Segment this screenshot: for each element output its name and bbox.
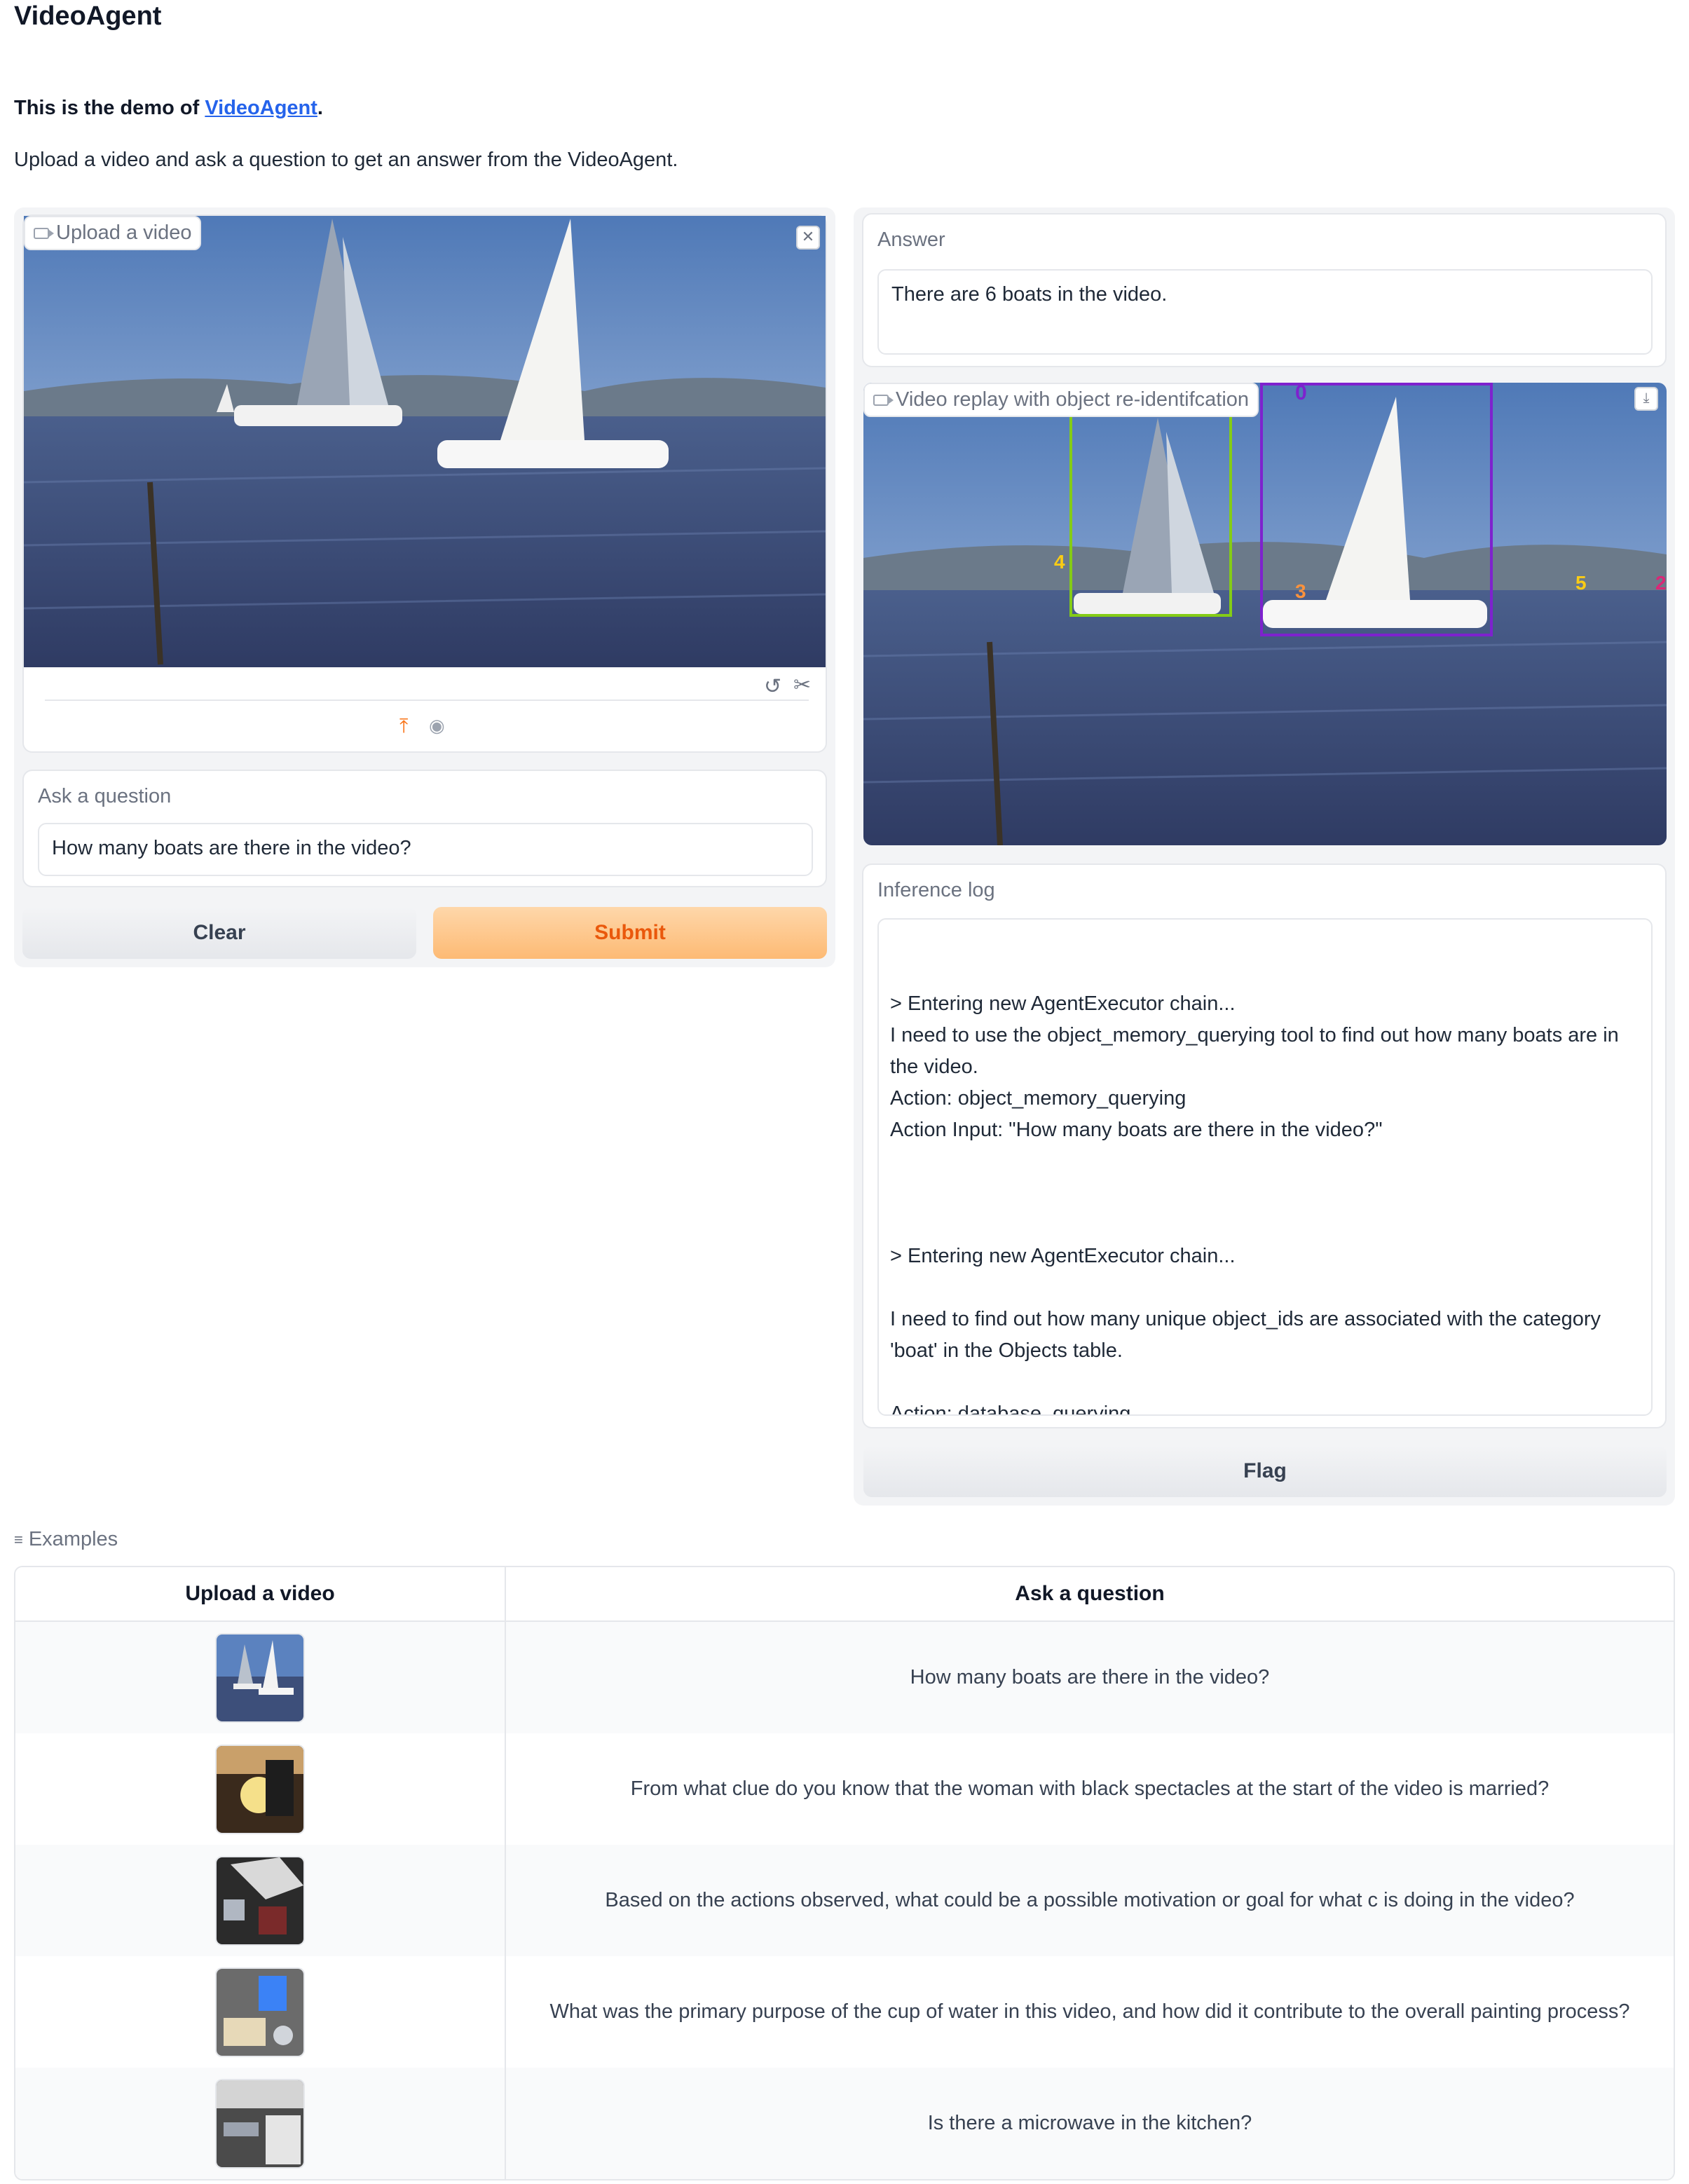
- video-label: Upload a video: [56, 221, 192, 244]
- example-question: Is there a microwave in the kitchen?: [505, 2068, 1674, 2179]
- replay-camera-icon: [873, 394, 894, 406]
- examples-list-icon: ≡: [14, 1530, 23, 1548]
- scissors-icon[interactable]: ✂: [793, 673, 811, 697]
- examples-col-video: Upload a video: [15, 1567, 506, 1622]
- video-editor-bar: [45, 678, 809, 701]
- inference-log-label: Inference log: [877, 879, 995, 901]
- description-text: Upload a video and ask a question to get…: [14, 149, 678, 171]
- video-camera-icon: [34, 227, 54, 239]
- example-thumbnail-room[interactable]: [217, 1857, 303, 1944]
- example-row[interactable]: Based on the actions observed, what coul…: [15, 1845, 1674, 1956]
- question-input[interactable]: How many boats are there in the video?: [38, 823, 813, 876]
- reid-id-4: 4: [1054, 551, 1065, 573]
- example-thumb-cell: [15, 2068, 506, 2179]
- inference-log-text: > Entering new AgentExecutor chain... I …: [890, 992, 1619, 1416]
- example-question: How many boats are there in the video?: [505, 1621, 1674, 1733]
- reid-id-3: 3: [1295, 580, 1306, 602]
- replay-label-tag: Video replay with object re-identifcatio…: [863, 383, 1259, 417]
- example-question: What was the primary purpose of the cup …: [549, 2000, 1630, 2023]
- question-card: Ask a question How many boats are there …: [22, 770, 827, 887]
- replay-label: Video replay with object re-identifcatio…: [896, 388, 1250, 411]
- examples-header: ≡ Examples: [14, 1528, 118, 1551]
- question-input-value: How many boats are there in the video?: [52, 837, 411, 859]
- replay-video-card: 0 4 3 5 2 Video replay with object re-id…: [863, 383, 1667, 845]
- videoagent-link[interactable]: VideoAgent: [205, 97, 317, 119]
- video-label-tag: Upload a video: [24, 216, 202, 250]
- submit-button[interactable]: Submit: [433, 907, 827, 959]
- download-icon[interactable]: ⤓: [1634, 387, 1658, 411]
- inference-log-output[interactable]: > Entering new AgentExecutor chain... I …: [877, 918, 1653, 1416]
- examples-header-row: Upload a video Ask a question: [15, 1567, 1674, 1622]
- question-label: Ask a question: [38, 785, 172, 807]
- example-thumb-cell: [15, 1733, 506, 1845]
- upload-icon[interactable]: ⤒: [399, 715, 408, 738]
- examples-col-question: Ask a question: [505, 1567, 1674, 1622]
- reid-box-green: [1069, 383, 1232, 617]
- example-thumb-cell: [15, 1845, 506, 1956]
- example-thumb-cell: [15, 1621, 506, 1733]
- example-thumb-cell: [15, 1956, 506, 2068]
- examples-table: Upload a video Ask a question How many b…: [15, 1567, 1674, 2179]
- app-title: VideoAgent: [14, 1, 162, 31]
- inference-log-card: Inference log > Entering new AgentExecut…: [862, 864, 1667, 1428]
- example-question: From what clue do you know that the woma…: [630, 1777, 1550, 1800]
- video-upload-card: Upload a video ✕ ↺ ✂ ⤒ ◉: [22, 214, 827, 753]
- close-icon[interactable]: ✕: [796, 226, 820, 250]
- answer-label: Answer: [877, 228, 945, 251]
- clear-button[interactable]: Clear: [22, 907, 416, 959]
- answer-output-value: There are 6 boats in the video.: [891, 283, 1168, 306]
- reid-id-0: 0: [1295, 383, 1307, 404]
- reid-id-5: 5: [1575, 572, 1587, 594]
- example-thumbnail-boats[interactable]: [217, 1634, 303, 1721]
- example-thumbnail-woman[interactable]: [217, 1745, 303, 1833]
- example-row[interactable]: What was the primary purpose of the cup …: [15, 1956, 1674, 2068]
- intro-suffix: .: [317, 97, 323, 119]
- reid-id-2: 2: [1655, 572, 1667, 594]
- answer-output[interactable]: There are 6 boats in the video.: [877, 269, 1653, 355]
- example-thumbnail-kitchen[interactable]: [217, 2080, 303, 2167]
- webcam-icon[interactable]: ◉: [429, 715, 445, 737]
- intro-text: This is the demo of VideoAgent.: [14, 97, 323, 120]
- example-thumbnail-painting[interactable]: [217, 1968, 303, 2056]
- intro-prefix: This is the demo of: [14, 97, 205, 119]
- undo-icon[interactable]: ↺: [764, 674, 781, 699]
- example-row[interactable]: From what clue do you know that the woma…: [15, 1733, 1674, 1845]
- example-row[interactable]: Is there a microwave in the kitchen?: [15, 2068, 1674, 2179]
- flag-button[interactable]: Flag: [863, 1445, 1667, 1497]
- examples-table-wrap: Upload a video Ask a question How many b…: [14, 1566, 1675, 2180]
- example-question: Based on the actions observed, what coul…: [505, 1845, 1674, 1956]
- examples-title: Examples: [28, 1528, 118, 1550]
- example-row[interactable]: How many boats are there in the video?: [15, 1621, 1674, 1733]
- answer-card: Answer There are 6 boats in the video.: [862, 213, 1667, 367]
- video-frame[interactable]: [24, 216, 826, 667]
